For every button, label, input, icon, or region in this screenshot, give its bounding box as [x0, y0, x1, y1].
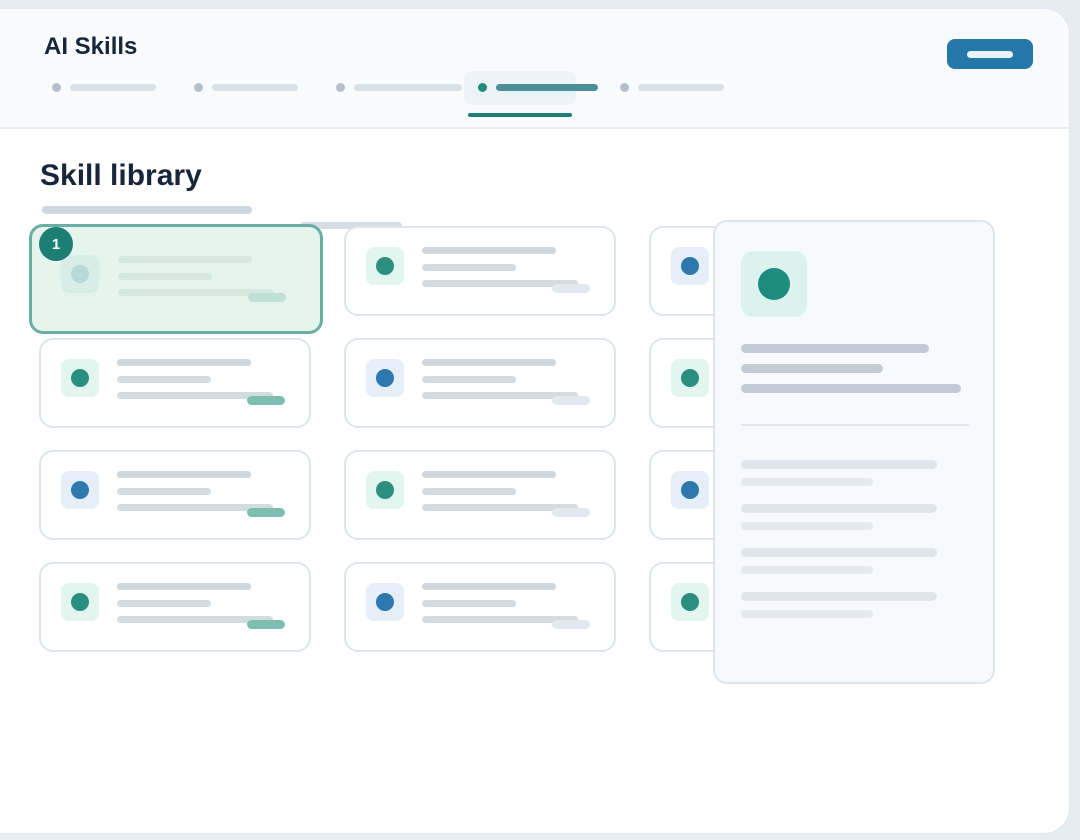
skill-icon — [71, 265, 89, 283]
skill-icon — [681, 257, 699, 275]
card-subtitle-placeholder — [117, 488, 211, 495]
card-title-placeholder — [117, 583, 251, 590]
skill-icon-box — [671, 471, 709, 509]
skill-icon-box — [671, 359, 709, 397]
subtitle-placeholder — [42, 206, 252, 214]
detail-row-value — [741, 522, 873, 530]
tab-dot-icon — [194, 83, 203, 92]
skill-card[interactable] — [344, 226, 616, 316]
detail-icon-box — [741, 251, 807, 317]
step-badge: 1 — [39, 227, 73, 261]
card-subtitle-placeholder — [118, 273, 212, 280]
card-title-placeholder — [422, 471, 556, 478]
tab-dot-icon — [478, 83, 487, 92]
skill-card[interactable] — [344, 450, 616, 540]
app-title: AI Skills — [44, 33, 138, 60]
tab-4[interactable] — [464, 71, 598, 105]
app-window: AI Skills Skill library 1 — [0, 8, 1070, 834]
card-tag — [247, 396, 285, 405]
detail-title-placeholder — [741, 344, 929, 353]
tab-2[interactable] — [186, 71, 310, 105]
skill-icon — [681, 593, 699, 611]
skill-icon-box — [61, 359, 99, 397]
skill-icon-box — [366, 359, 404, 397]
card-tag — [552, 508, 590, 517]
skill-icon — [376, 593, 394, 611]
card-subtitle-placeholder — [117, 376, 211, 383]
detail-row-label — [741, 460, 937, 469]
tab-dot-icon — [620, 83, 629, 92]
page-title: Skill library — [40, 159, 202, 192]
skill-icon — [681, 369, 699, 387]
card-tag — [552, 396, 590, 405]
skill-icon — [758, 268, 790, 300]
active-tab-indicator — [468, 113, 572, 117]
tab-label-placeholder — [638, 84, 724, 91]
skill-icon-box — [61, 255, 99, 293]
detail-row-label — [741, 504, 937, 513]
button-label-placeholder — [967, 50, 1013, 58]
tab-dot-icon — [52, 83, 61, 92]
card-subtitle-placeholder — [117, 600, 211, 607]
card-title-placeholder — [422, 583, 556, 590]
skill-icon-box — [366, 247, 404, 285]
skill-card-selected[interactable] — [29, 224, 323, 334]
detail-row-label — [741, 548, 937, 557]
tab-label-placeholder — [212, 84, 298, 91]
skill-icon-box — [61, 471, 99, 509]
detail-row-label — [741, 592, 937, 601]
card-title-placeholder — [117, 359, 251, 366]
card-tag — [552, 620, 590, 629]
card-title-placeholder — [422, 247, 556, 254]
detail-description-placeholder — [741, 384, 961, 393]
card-title-placeholder — [117, 471, 251, 478]
tab-5[interactable] — [612, 71, 736, 105]
skill-detail-panel — [713, 220, 995, 684]
card-title-placeholder — [118, 256, 252, 263]
detail-divider — [741, 424, 969, 426]
skill-icon — [376, 257, 394, 275]
skill-card[interactable] — [344, 338, 616, 428]
tab-label-placeholder — [70, 84, 156, 91]
tab-label-placeholder — [354, 84, 462, 91]
card-subtitle-placeholder — [422, 488, 516, 495]
detail-row-value — [741, 478, 873, 486]
skill-card[interactable] — [344, 562, 616, 652]
skill-card[interactable] — [39, 450, 311, 540]
skill-icon — [376, 369, 394, 387]
tab-label-placeholder — [496, 84, 598, 91]
skill-icon-box — [671, 583, 709, 621]
detail-row-value — [741, 566, 873, 574]
skill-icon — [71, 593, 89, 611]
card-subtitle-placeholder — [422, 376, 516, 383]
card-subtitle-placeholder — [422, 600, 516, 607]
tab-1[interactable] — [44, 71, 168, 105]
card-tag — [552, 284, 590, 293]
skill-icon-box — [671, 247, 709, 285]
skill-icon — [681, 481, 699, 499]
card-subtitle-placeholder — [422, 264, 516, 271]
tab-3[interactable] — [328, 71, 462, 105]
skill-icon — [71, 369, 89, 387]
card-tag — [247, 508, 285, 517]
skill-icon-box — [366, 583, 404, 621]
detail-subtitle-placeholder — [741, 364, 883, 373]
card-tag — [248, 293, 286, 302]
skill-icon — [376, 481, 394, 499]
skill-icon — [71, 481, 89, 499]
card-title-placeholder — [422, 359, 556, 366]
header: AI Skills — [0, 9, 1069, 129]
skill-card[interactable] — [39, 338, 311, 428]
tab-dot-icon — [336, 83, 345, 92]
skill-icon-box — [61, 583, 99, 621]
card-tag — [247, 620, 285, 629]
skill-card[interactable] — [39, 562, 311, 652]
skill-icon-box — [366, 471, 404, 509]
detail-row-value — [741, 610, 873, 618]
primary-action-button[interactable] — [947, 39, 1033, 69]
